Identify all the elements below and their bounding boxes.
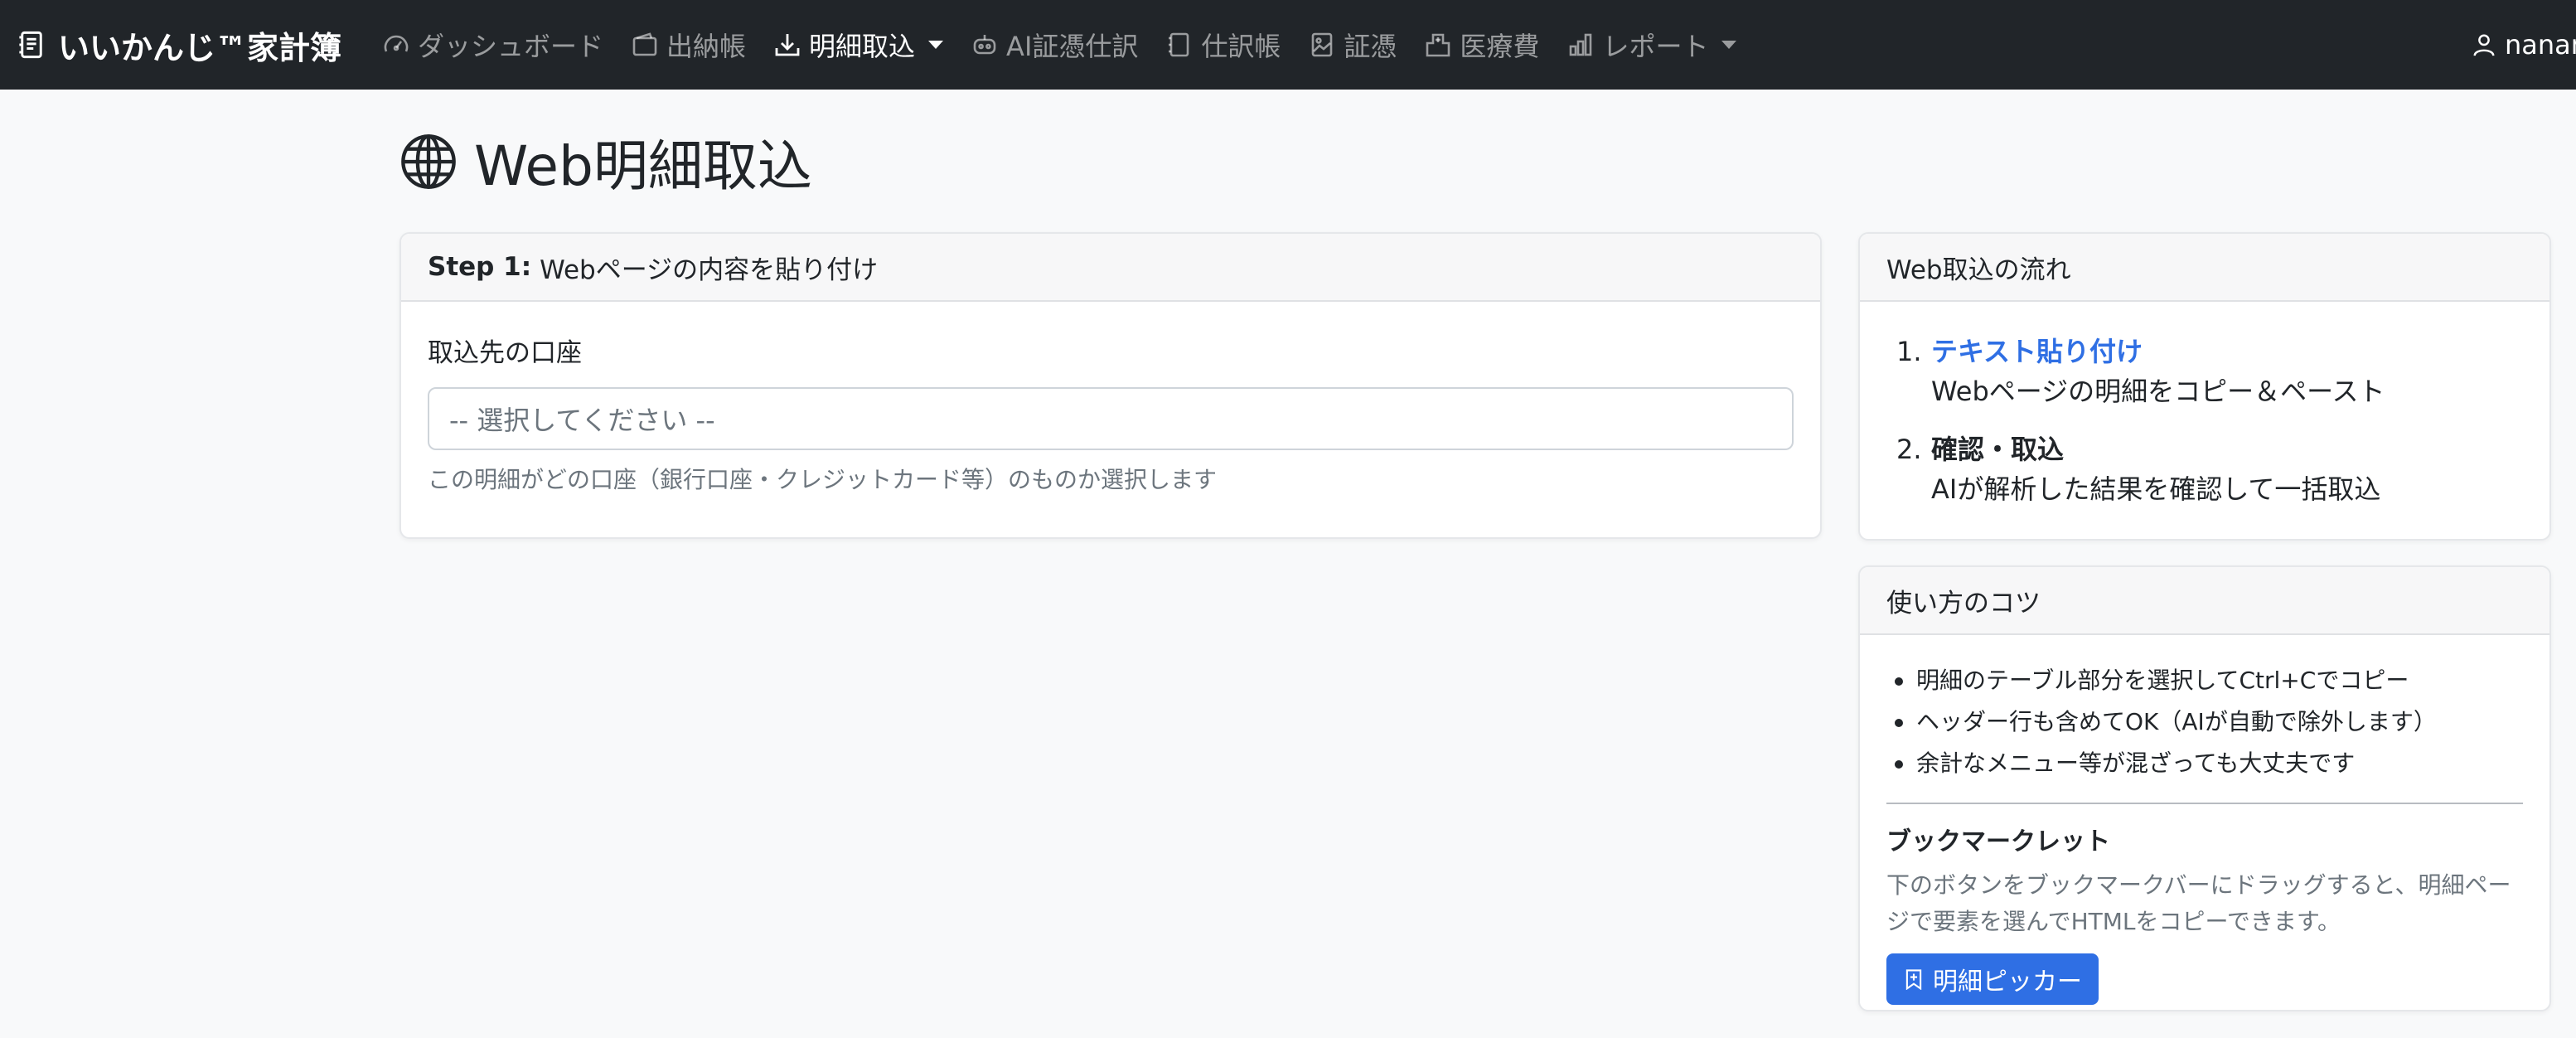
account-select[interactable]: -- 選択してください -- bbox=[428, 387, 1794, 450]
flow-steps: 1. テキスト貼り付け Webページの明細をコピー＆ペースト 2. 確認・取込 … bbox=[1886, 332, 2523, 509]
nav-item-journal[interactable]: 仕訳帳 bbox=[1166, 26, 1281, 64]
flow-step-title[interactable]: テキスト貼り付け bbox=[1931, 332, 2523, 371]
nav-item-medical[interactable]: 医療費 bbox=[1425, 26, 1539, 64]
flow-step: 2. 確認・取込 AIが解析した結果を確認して一括取込 bbox=[1896, 429, 2523, 509]
bookmark-plus-icon bbox=[1905, 969, 1922, 990]
journal-text-icon bbox=[19, 31, 42, 59]
step-number: Step 1: bbox=[428, 252, 532, 282]
flow-step-title: 確認・取込 bbox=[1931, 434, 2065, 465]
flow-card-header: Web取込の流れ bbox=[1860, 234, 2549, 302]
flow-step-number: 1. bbox=[1896, 336, 1922, 367]
chevron-down-icon bbox=[1721, 41, 1737, 49]
tips-card: 使い方のコツ 明細のテーブル部分を選択してCtrl+Cでコピー ヘッダー行も含め… bbox=[1858, 565, 2551, 1011]
tip-item: 明細のテーブル部分を選択してCtrl+Cでコピー bbox=[1895, 660, 2523, 701]
account-label: 取込先の口座 bbox=[428, 338, 582, 368]
nav-item-import[interactable]: 明細取込 bbox=[774, 26, 944, 64]
tip-item: ヘッダー行も含めてOK（AIが自動で除外します） bbox=[1895, 701, 2523, 743]
flow-step: 1. テキスト貼り付け Webページの明細をコピー＆ペースト bbox=[1896, 332, 2523, 411]
navbar: いいかんじ™家計簿 ダッシュボード 出納帳 明細取込 AI証憑仕訳 仕訳帳 証憑… bbox=[0, 0, 2576, 90]
tips-list: 明細のテーブル部分を選択してCtrl+Cでコピー ヘッダー行も含めてOK（AIが… bbox=[1886, 660, 2523, 784]
tips-card-header: 使い方のコツ bbox=[1860, 567, 2549, 635]
bookmarklet-button-label: 明細ピッカー bbox=[1933, 968, 2082, 996]
journal-icon bbox=[1169, 32, 1189, 57]
step1-card: Step 1: Webページの内容を貼り付け 取込先の口座 -- 選択してくださ… bbox=[399, 232, 1822, 539]
download-icon bbox=[775, 34, 800, 56]
person-icon bbox=[2473, 34, 2495, 56]
bookmarklet-description: 下のボタンをブックマークバーにドラッグすると、明細ページで要素を選んでHTMLを… bbox=[1886, 871, 2511, 935]
speedometer-icon bbox=[384, 35, 409, 52]
user-name: nanan bbox=[2505, 29, 2576, 61]
flow-step-desc: Webページの明細をコピー＆ペースト bbox=[1931, 376, 2385, 407]
account-help-text: この明細がどの口座（銀行口座・クレジットカード等）のものか選択します bbox=[428, 466, 1218, 493]
brand[interactable]: いいかんじ™家計簿 bbox=[17, 0, 341, 90]
bar-chart-icon bbox=[1570, 33, 1592, 56]
bookmarklet-title: ブックマークレット bbox=[1886, 827, 2110, 856]
page-title: Web明細取込 bbox=[399, 124, 812, 199]
nav-item-cashbook[interactable]: 出納帳 bbox=[632, 26, 746, 64]
nav-item-vouchers[interactable]: 証憑 bbox=[1309, 26, 1397, 64]
brand-name: いいかんじ™家計簿 bbox=[58, 29, 342, 66]
image-icon bbox=[1312, 32, 1333, 57]
flow-card: Web取込の流れ 1. テキスト貼り付け Webページの明細をコピー＆ペースト … bbox=[1858, 232, 2551, 541]
tip-item: 余計なメニュー等が混ざっても大丈夫です bbox=[1895, 743, 2523, 784]
step1-card-body: 取込先の口座 -- 選択してください -- この明細がどの口座（銀行口座・クレジ… bbox=[401, 302, 1820, 525]
chevron-down-icon bbox=[928, 41, 944, 49]
divider bbox=[1886, 803, 2523, 804]
wallet-icon bbox=[632, 32, 657, 56]
robot-icon bbox=[973, 35, 996, 55]
nav-item-ai-voucher[interactable]: AI証憑仕訳 bbox=[971, 26, 1138, 64]
nav-menu: ダッシュボード 出納帳 明細取込 AI証憑仕訳 仕訳帳 証憑 医療費 レポート bbox=[383, 0, 1737, 90]
globe-icon bbox=[401, 134, 456, 189]
flow-step-number: 2. bbox=[1896, 434, 1922, 465]
tips-card-body: 明細のテーブル部分を選択してCtrl+Cでコピー ヘッダー行も含めてOK（AIが… bbox=[1860, 635, 2549, 1010]
user-menu[interactable]: nanan bbox=[2472, 0, 2576, 90]
hospital-icon bbox=[1426, 33, 1450, 57]
nav-item-dashboard[interactable]: ダッシュボード bbox=[383, 26, 603, 64]
nav-item-report[interactable]: レポート bbox=[1567, 26, 1737, 64]
step1-card-header: Step 1: Webページの内容を貼り付け bbox=[401, 234, 1820, 302]
flow-step-desc: AIが解析した結果を確認して一括取込 bbox=[1931, 473, 2381, 505]
step-title: Webページの内容を貼り付け bbox=[540, 255, 879, 285]
bookmarklet-picker-button[interactable]: 明細ピッカー bbox=[1886, 953, 2099, 1005]
flow-card-body: 1. テキスト貼り付け Webページの明細をコピー＆ペースト 2. 確認・取込 … bbox=[1860, 302, 2549, 539]
